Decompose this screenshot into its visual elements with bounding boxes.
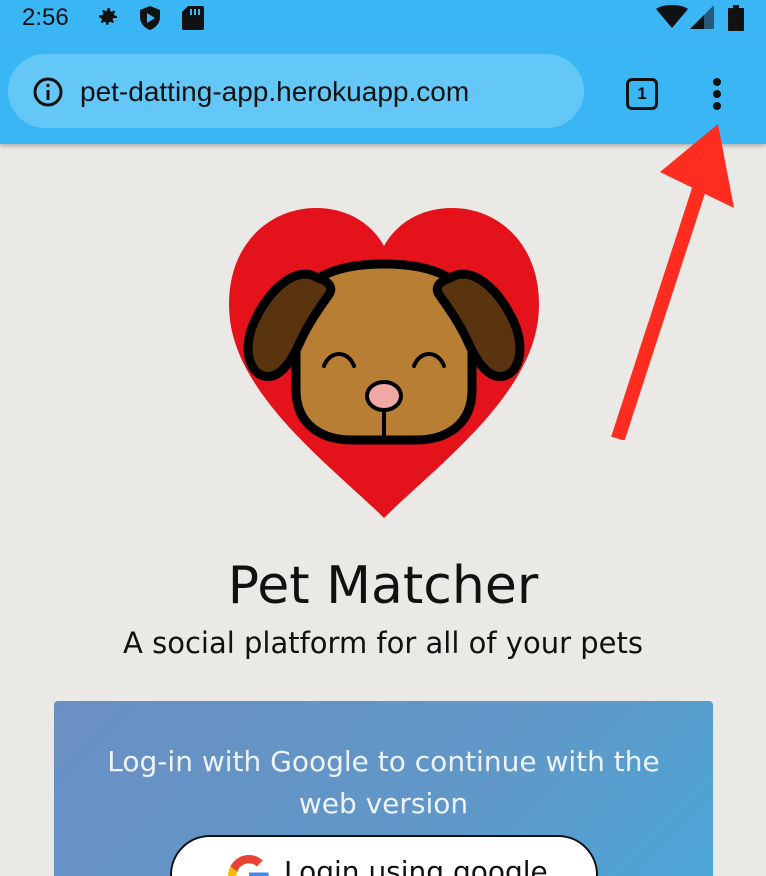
info-icon[interactable]: [32, 76, 64, 108]
url-bar[interactable]: pet-datting-app.herokuapp.com: [8, 54, 584, 128]
page-title: Pet Matcher: [227, 556, 539, 616]
signal-icon: [690, 5, 714, 29]
google-login-label: Login using google: [284, 855, 548, 876]
heart-dog-logo: [229, 208, 539, 518]
status-bar: 2:56: [0, 0, 766, 36]
google-icon: [228, 855, 269, 876]
page-subtitle: A social platform for all of your pets: [123, 626, 643, 660]
google-login-button[interactable]: Login using google: [170, 835, 598, 876]
status-time: 2:56: [22, 4, 69, 31]
url-text[interactable]: pet-datting-app.herokuapp.com: [80, 76, 469, 108]
login-message: Log-in with Google to continue with the …: [107, 745, 660, 820]
battery-icon: [728, 5, 744, 31]
sd-card-icon: [182, 6, 204, 30]
annotation-arrow: [611, 124, 734, 440]
gear-icon: [99, 8, 117, 25]
shield-play-icon: [140, 6, 160, 30]
login-card: Log-in with Google to continue with the …: [54, 701, 713, 876]
tab-switcher-button[interactable]: 1: [626, 78, 658, 110]
dog-nose: [365, 380, 403, 412]
tab-count: 1: [637, 84, 647, 103]
menu-dots-icon[interactable]: [704, 76, 730, 112]
wifi-icon: [656, 5, 688, 28]
